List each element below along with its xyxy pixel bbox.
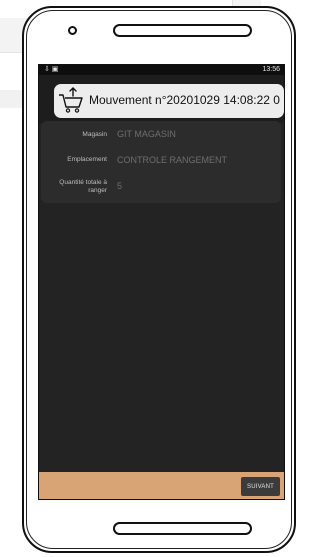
details-card: Magasin GIT MAGASIN Emplacement CONTROLE… — [41, 121, 281, 203]
bottom-action-bar: SUIVANT — [39, 472, 284, 499]
status-icons: ⇩ ▣ — [44, 66, 59, 73]
shopping-cart-arrow-icon — [59, 87, 83, 113]
field-value-quantite: 5 — [117, 181, 123, 191]
field-label-quantite: Quantité totale à ranger — [59, 179, 107, 194]
speaker-grille — [113, 24, 252, 37]
field-value-magasin: GIT MAGASIN — [117, 129, 176, 139]
field-label-emplacement: Emplacement — [67, 156, 107, 163]
title-bar: Mouvement n°20201029 14:08:22 0 — [54, 84, 284, 118]
field-label-magasin: Magasin — [82, 131, 107, 138]
status-bar: ⇩ ▣ 13:56 — [39, 65, 284, 75]
camera-icon — [68, 26, 77, 35]
page-title: Mouvement n°20201029 14:08:22 0 — [89, 93, 280, 107]
field-value-emplacement: CONTROLE RANGEMENT — [117, 155, 228, 165]
home-bar — [113, 522, 252, 535]
app-header: Mouvement n°20201029 14:08:22 0 — [39, 75, 284, 123]
next-button[interactable]: SUIVANT — [241, 477, 280, 496]
app-screen: ⇩ ▣ 13:56 Mouvement n°20201029 14:08:22 … — [38, 64, 285, 500]
status-time: 13:56 — [262, 66, 280, 73]
